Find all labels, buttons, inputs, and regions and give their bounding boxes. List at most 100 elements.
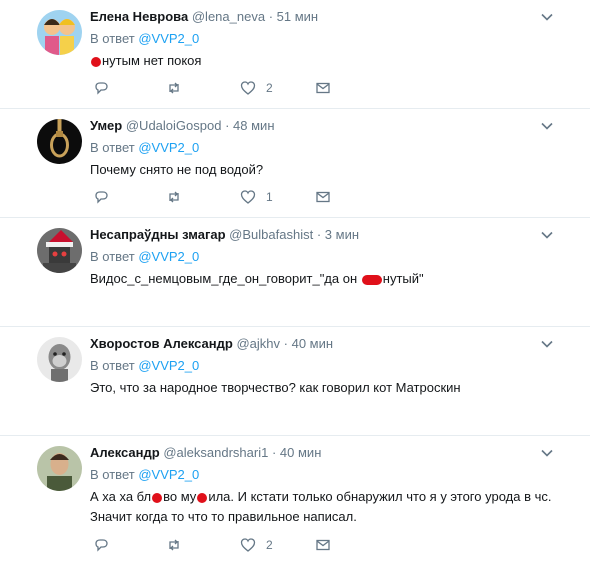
tweet-item[interactable]: Хворостов Александр @ajkhv · 40 мин В от… <box>0 327 590 436</box>
reply-feed: Елена Неврова @lena_neva · 51 мин В отве… <box>0 0 590 563</box>
tweet-text-after: нутым нет покоя <box>102 53 202 68</box>
reply-to-line: В ответ @VVP2_0 <box>90 247 590 267</box>
reply-button[interactable] <box>93 536 109 554</box>
reply-to-mention[interactable]: @VVP2_0 <box>138 31 199 46</box>
tweet-header: Александр @aleksandrshari1 · 40 мин <box>90 443 590 463</box>
tweet-actions: 1 <box>93 188 333 206</box>
reply-button[interactable] <box>93 79 109 97</box>
separator-dot: · <box>268 9 274 24</box>
reply-to-mention[interactable]: @VVP2_0 <box>138 140 199 155</box>
reply-to-prefix: В ответ <box>90 467 135 482</box>
tweet-text-part2: во му <box>163 489 197 504</box>
user-handle[interactable]: @UdaloiGospod <box>126 118 222 133</box>
like-button[interactable]: 2 <box>240 536 273 554</box>
monkey-avatar[interactable] <box>37 337 82 382</box>
reply-to-prefix: В ответ <box>90 358 135 373</box>
like-button[interactable]: 1 <box>240 188 273 206</box>
tweet-item[interactable]: Умер @UdaloiGospod · 48 мин В ответ @VVP… <box>0 109 590 218</box>
separator-dot: · <box>283 336 288 351</box>
reply-icon <box>95 191 108 204</box>
envelope-icon <box>316 191 330 203</box>
tweet-text: Почему снято не под водой? <box>90 162 264 177</box>
user-handle[interactable]: @lena_neva <box>192 9 265 24</box>
reply-to-mention[interactable]: @VVP2_0 <box>138 467 199 482</box>
chevron-down-icon[interactable] <box>540 337 554 351</box>
reply-icon <box>95 539 108 552</box>
tweet-actions: 2 <box>93 79 333 97</box>
reply-to-prefix: В ответ <box>90 140 135 155</box>
reply-to-prefix: В ответ <box>90 31 135 46</box>
chevron-down-icon[interactable] <box>540 228 554 242</box>
reply-to-line: В ответ @VVP2_0 <box>90 465 590 485</box>
reply-button[interactable] <box>93 188 109 206</box>
heart-icon <box>240 538 256 552</box>
like-count: 2 <box>266 81 273 95</box>
censor-mark <box>152 492 163 503</box>
reply-to-line: В ответ @VVP2_0 <box>90 138 590 158</box>
separator-dot: · <box>316 227 322 242</box>
censor-mark <box>197 492 208 503</box>
user-name[interactable]: Елена Неврова <box>90 9 188 24</box>
user-name[interactable]: Несапраўдны змагар <box>90 227 226 242</box>
tweet-text-part3: ила. И кстати только обнаружил что я у э… <box>208 489 552 504</box>
separator-dot: · <box>225 118 230 133</box>
tweet-header: Хворостов Александр @ajkhv · 40 мин <box>90 334 590 354</box>
reply-to-mention[interactable]: @VVP2_0 <box>138 249 199 264</box>
tweet-time[interactable]: 40 мин <box>292 336 333 351</box>
santa-robot-avatar[interactable] <box>37 228 82 273</box>
user-handle[interactable]: @Bulbafashist <box>229 227 313 242</box>
dm-button[interactable] <box>315 188 331 206</box>
separator-dot: · <box>271 445 277 460</box>
tweet-item[interactable]: Несапраўдны змагар @Bulbafashist · 3 мин… <box>0 218 590 327</box>
chevron-down-icon[interactable] <box>540 10 554 24</box>
reply-icon <box>95 82 108 95</box>
user-handle[interactable]: @aleksandrshari1 <box>163 445 268 460</box>
retweet-button[interactable] <box>166 79 182 97</box>
tweet-header: Несапраўдны змагар @Bulbafashist · 3 мин <box>90 225 590 245</box>
tweet-text-after: нутый" <box>382 271 424 286</box>
retweet-icon <box>169 82 179 94</box>
like-button[interactable]: 2 <box>240 79 273 97</box>
tweet-time[interactable]: 48 мин <box>233 118 274 133</box>
envelope-icon <box>316 82 330 94</box>
tweet-text: нутым нет покоя <box>90 51 590 71</box>
tweet-text-part1: А ха ха бл <box>90 489 152 504</box>
tweet-time[interactable]: 3 мин <box>325 227 359 242</box>
heart-icon <box>240 81 256 95</box>
chevron-down-icon[interactable] <box>540 446 554 460</box>
tweet-time[interactable]: 51 мин <box>277 9 318 24</box>
user-handle[interactable]: @ajkhv <box>236 336 280 351</box>
tweet-header: Умер @UdaloiGospod · 48 мин <box>90 116 590 136</box>
envelope-icon <box>316 539 330 551</box>
chevron-down-icon[interactable] <box>540 119 554 133</box>
tweet-item[interactable]: Александр @aleksandrshari1 · 40 мин В от… <box>0 436 590 563</box>
dm-button[interactable] <box>315 79 331 97</box>
man-photo-avatar[interactable] <box>37 446 82 491</box>
reply-to-mention[interactable]: @VVP2_0 <box>138 358 199 373</box>
dm-button[interactable] <box>315 536 331 554</box>
retweet-icon <box>169 191 179 203</box>
user-name[interactable]: Умер <box>90 118 122 133</box>
like-count: 2 <box>266 538 273 552</box>
tweet-item[interactable]: Елена Неврова @lena_neva · 51 мин В отве… <box>0 0 590 109</box>
tweet-actions: 2 <box>93 536 333 554</box>
heart-icon <box>240 190 256 204</box>
retweet-button[interactable] <box>166 188 182 206</box>
reply-to-prefix: В ответ <box>90 249 135 264</box>
censor-mark <box>91 56 101 67</box>
censor-mark <box>361 274 382 285</box>
noose-avatar[interactable] <box>37 119 82 164</box>
tweet-time[interactable]: 40 мин <box>280 445 321 460</box>
tweet-text: Это, что за народное творчество? как гов… <box>90 380 461 395</box>
user-name[interactable]: Александр <box>90 445 160 460</box>
like-count: 1 <box>266 190 273 204</box>
cartoon-girls-avatar[interactable] <box>37 10 82 55</box>
reply-to-line: В ответ @VVP2_0 <box>90 356 590 376</box>
tweet-header: Елена Неврова @lena_neva · 51 мин <box>90 7 590 27</box>
tweet-text: Видос_с_немцовым_где_он_говорит_"да он н… <box>90 269 590 289</box>
retweet-button[interactable] <box>166 536 182 554</box>
retweet-icon <box>169 539 179 551</box>
tweet-text-line2: Значит когда то что то правильное написа… <box>90 509 357 524</box>
user-name[interactable]: Хворостов Александр <box>90 336 233 351</box>
tweet-text-before: Видос_с_немцовым_где_он_говорит_"да он <box>90 271 361 286</box>
